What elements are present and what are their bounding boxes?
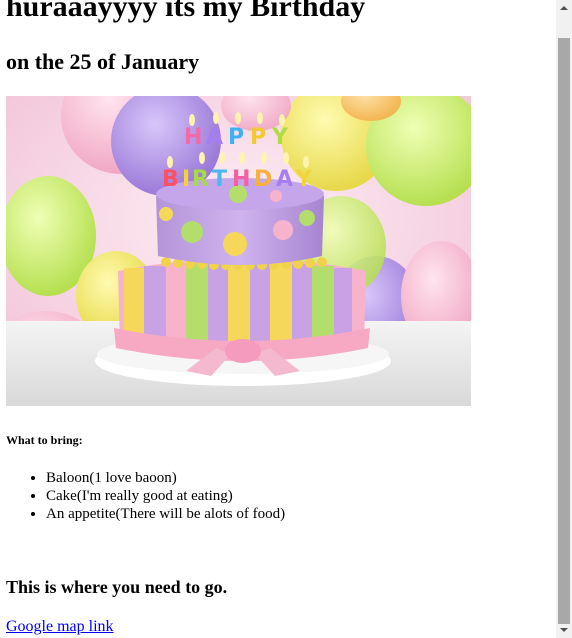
svg-text:I: I [182, 167, 190, 192]
scroll-up-arrow-icon[interactable] [556, 0, 572, 16]
bring-list: Baloon(1 love baoon) Cake(I'm really goo… [6, 469, 285, 523]
scrollbar-thumb[interactable] [558, 38, 570, 624]
page-subheading: on the 25 of January [6, 49, 200, 74]
svg-text:B: B [162, 167, 179, 192]
list-item: An appetite(There will be alots of food) [46, 505, 285, 523]
vertical-scrollbar[interactable] [556, 0, 572, 638]
svg-text:H: H [184, 125, 202, 150]
page-heading: huraaayyyy its my Birthday [6, 0, 366, 23]
svg-text:P: P [228, 125, 244, 150]
svg-text:A: A [276, 167, 293, 192]
svg-text:T: T [212, 167, 227, 192]
directions-heading: This is where you need to go. [6, 577, 228, 597]
svg-text:A: A [206, 125, 223, 150]
list-item: Cake(I'm really good at eating) [46, 487, 285, 505]
svg-text:H: H [232, 167, 250, 192]
page-content: huraaayyyy its my Birthday on the 25 of … [0, 0, 556, 638]
svg-text:Y: Y [295, 167, 313, 192]
list-item: Baloon(1 love baoon) [46, 469, 285, 487]
svg-text:D: D [254, 167, 272, 192]
svg-text:R: R [192, 167, 209, 192]
bring-list-title: What to bring: [6, 433, 83, 447]
birthday-cake-image: H A P P Y B I R T H D A Y [6, 96, 471, 406]
google-map-link[interactable]: Google map link [6, 617, 114, 637]
svg-text:Y: Y [271, 125, 289, 150]
scroll-down-arrow-icon[interactable] [556, 622, 572, 638]
svg-text:P: P [250, 125, 266, 150]
